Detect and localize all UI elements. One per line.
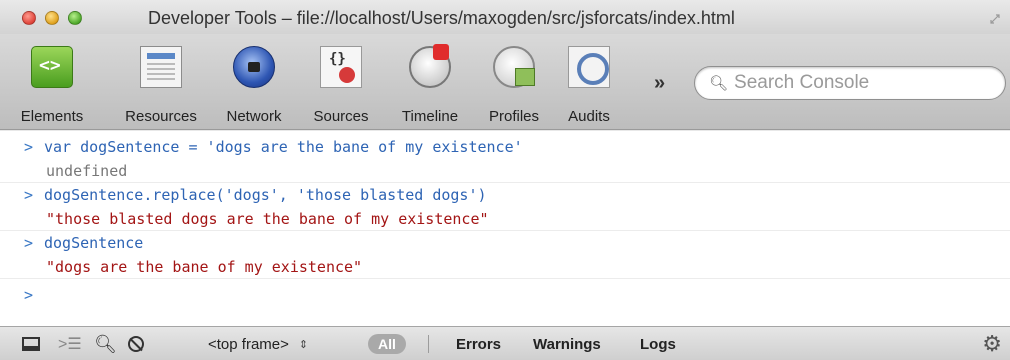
tab-network[interactable]: Network bbox=[214, 40, 294, 126]
tab-label: Resources bbox=[125, 108, 197, 125]
search-icon: 🔍︎ bbox=[709, 75, 729, 92]
tab-label: Timeline bbox=[401, 108, 459, 125]
console-output-line: "dogs are the bane of my existence" bbox=[0, 255, 1010, 279]
filter-errors-button[interactable]: Errors bbox=[456, 327, 501, 360]
dock-icon[interactable] bbox=[22, 337, 40, 351]
tab-label: Audits bbox=[568, 108, 610, 125]
tab-label: Network bbox=[226, 108, 282, 125]
minimize-button[interactable] bbox=[45, 11, 59, 25]
profiles-icon bbox=[493, 46, 535, 88]
console-input-line: > var dogSentence = 'dogs are the bane o… bbox=[0, 135, 1010, 159]
tab-label: Sources bbox=[313, 108, 369, 125]
show-console-icon[interactable]: >☰ bbox=[58, 327, 82, 360]
close-button[interactable] bbox=[22, 11, 36, 25]
console-output-line: undefined bbox=[0, 159, 1010, 183]
timeline-icon bbox=[409, 44, 451, 88]
console-command: dogSentence bbox=[44, 234, 144, 252]
console-input-line: > dogSentence bbox=[0, 231, 1010, 255]
filter-logs-button[interactable]: Logs bbox=[640, 327, 676, 360]
window-title: Developer Tools – file://localhost/Users… bbox=[148, 8, 735, 28]
clear-icon bbox=[128, 336, 144, 352]
console-input-line: > dogSentence.replace('dogs', 'those bla… bbox=[0, 183, 1010, 207]
toolbar: Elements Resources Network Sources Timel… bbox=[0, 34, 1010, 130]
prompt-icon: > bbox=[24, 138, 34, 156]
tab-sources[interactable]: Sources bbox=[303, 40, 379, 126]
more-tabs-icon[interactable]: » bbox=[654, 72, 665, 95]
devtools-window: Developer Tools – file://localhost/Users… bbox=[0, 0, 1010, 360]
filter-all-button[interactable]: All bbox=[368, 334, 406, 354]
network-icon bbox=[233, 46, 275, 88]
prompt-icon: > bbox=[24, 286, 34, 304]
tab-resources[interactable]: Resources bbox=[118, 40, 204, 126]
title-bar: Developer Tools – file://localhost/Users… bbox=[0, 0, 1010, 34]
frame-select[interactable]: <top frame> ⇕ bbox=[208, 327, 308, 360]
zoom-button[interactable] bbox=[68, 11, 82, 25]
console-panel[interactable]: > var dogSentence = 'dogs are the bane o… bbox=[0, 131, 1010, 326]
sources-icon bbox=[320, 46, 362, 88]
tab-profiles[interactable]: Profiles bbox=[477, 40, 551, 126]
console-output: "dogs are the bane of my existence" bbox=[46, 258, 363, 276]
tab-label: Profiles bbox=[488, 108, 540, 125]
search-input[interactable] bbox=[734, 72, 995, 94]
console-command: var dogSentence = 'dogs are the bane of … bbox=[44, 138, 523, 156]
search-console[interactable]: 🔍︎ bbox=[694, 66, 1006, 100]
console-command: dogSentence.replace('dogs', 'those blast… bbox=[44, 186, 487, 204]
resources-icon bbox=[140, 46, 182, 88]
elements-icon bbox=[31, 46, 73, 88]
console-output: undefined bbox=[46, 162, 128, 180]
tab-audits[interactable]: Audits bbox=[556, 40, 622, 126]
status-bar: >☰ 🔍︎ <top frame> ⇕ All Errors Warnings … bbox=[0, 326, 1010, 360]
clear-console-button[interactable] bbox=[128, 327, 144, 360]
frame-select-label: <top frame> bbox=[208, 335, 289, 353]
gear-icon[interactable]: ⚙ bbox=[982, 327, 1002, 360]
search-icon[interactable]: 🔍︎ bbox=[94, 327, 117, 360]
console-prompt-line[interactable]: > bbox=[0, 283, 1010, 307]
tab-timeline[interactable]: Timeline bbox=[388, 40, 472, 126]
divider bbox=[428, 335, 429, 353]
window-controls bbox=[22, 11, 82, 25]
select-arrows-icon: ⇕ bbox=[298, 338, 309, 351]
prompt-icon: > bbox=[24, 186, 34, 204]
audits-icon bbox=[568, 46, 610, 88]
filter-warnings-button[interactable]: Warnings bbox=[533, 327, 601, 360]
tab-label: Elements bbox=[20, 108, 84, 125]
console-output: "those blasted dogs are the bane of my e… bbox=[46, 210, 489, 228]
prompt-icon: > bbox=[24, 234, 34, 252]
fullscreen-icon[interactable] bbox=[990, 14, 1000, 24]
console-output-line: "those blasted dogs are the bane of my e… bbox=[0, 207, 1010, 231]
tab-elements[interactable]: Elements bbox=[12, 40, 92, 126]
